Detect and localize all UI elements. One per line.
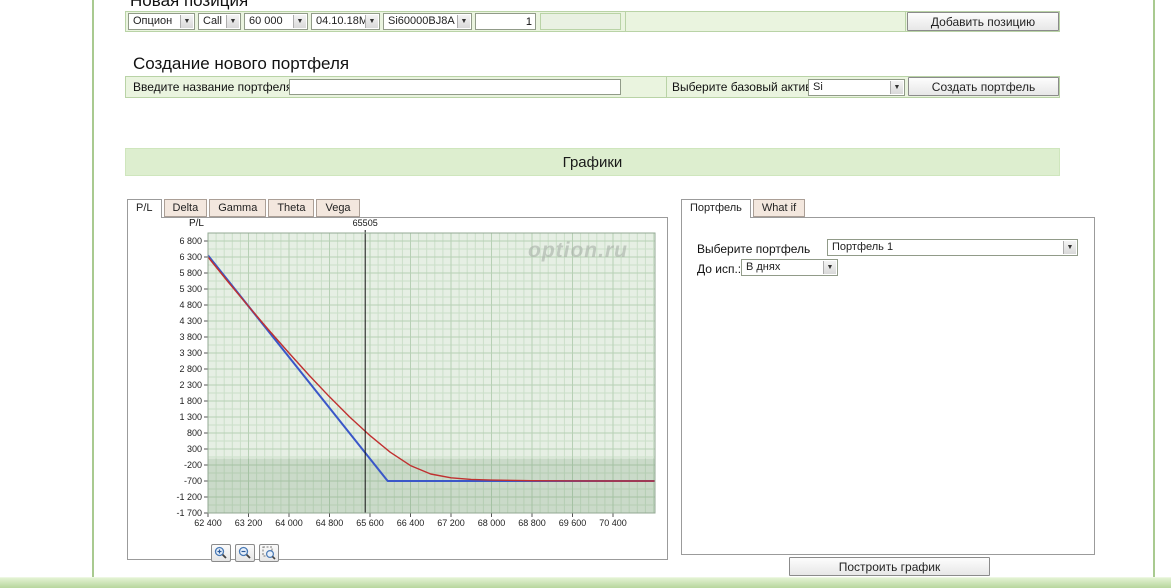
tab-portfolio[interactable]: Портфель	[681, 199, 751, 218]
tab-pl[interactable]: P/L	[127, 199, 162, 218]
svg-text:70 400: 70 400	[599, 518, 627, 528]
svg-text:5 800: 5 800	[179, 268, 202, 278]
bottom-bar	[0, 577, 1171, 588]
svg-text:2 300: 2 300	[179, 380, 202, 390]
create-portfolio-button[interactable]: Создать портфель	[908, 77, 1059, 96]
left-border-line	[92, 0, 94, 578]
tab-theta[interactable]: Theta	[268, 199, 315, 217]
tab-vega[interactable]: Vega	[316, 199, 360, 217]
zoom-selection-button[interactable]	[259, 544, 279, 562]
base-asset-select[interactable]: Si	[808, 79, 905, 96]
zoom-toolbar	[211, 544, 279, 562]
divider	[905, 11, 906, 32]
pl-chart[interactable]: 62 400 63 200 64 000 64 800 65 600 66 400 67 2…	[128, 218, 669, 561]
svg-text:66 400: 66 400	[397, 518, 425, 528]
base-asset-value: Si	[813, 81, 823, 93]
divider	[666, 76, 667, 98]
strike-value: 60 000	[249, 15, 283, 27]
svg-text:2 800: 2 800	[179, 364, 202, 374]
expiry-date-select[interactable]: 04.10.18М	[311, 13, 380, 30]
new-position-title: Новая позиция	[130, 0, 249, 10]
zoom-out-button[interactable]	[235, 544, 255, 562]
base-asset-label: Выберите базовый актив	[672, 80, 812, 94]
tab-delta[interactable]: Delta	[163, 199, 208, 217]
chevron-down-icon	[293, 15, 306, 28]
chevron-down-icon	[890, 81, 903, 94]
zoom-in-icon	[214, 546, 227, 559]
svg-text:800: 800	[187, 428, 202, 438]
svg-text:4 300: 4 300	[179, 316, 202, 326]
days-label: До исп.:	[697, 262, 742, 276]
quantity-input[interactable]	[475, 13, 536, 30]
ticker-select[interactable]: Si60000BJ8A	[383, 13, 472, 30]
svg-text:4 800: 4 800	[179, 300, 202, 310]
select-portfolio-label: Выберите портфель	[697, 242, 811, 256]
tab-gamma[interactable]: Gamma	[209, 199, 267, 217]
call-put-value: Call	[203, 15, 222, 27]
portfolio-select-value: Портфель 1	[832, 241, 894, 253]
divider	[625, 11, 626, 32]
svg-text:69 600: 69 600	[559, 518, 587, 528]
svg-text:3 800: 3 800	[179, 332, 202, 342]
svg-text:P/L: P/L	[189, 218, 204, 229]
portfolio-creation-title: Создание нового портфеля	[133, 54, 350, 73]
zoom-out-icon	[238, 546, 251, 559]
svg-text:5 300: 5 300	[179, 284, 202, 294]
option-type-value: Опцион	[133, 15, 173, 27]
svg-text:68 800: 68 800	[518, 518, 546, 528]
svg-text:-200: -200	[184, 460, 202, 470]
svg-text:-700: -700	[184, 476, 202, 486]
option-type-select[interactable]: Опцион	[128, 13, 195, 30]
portfolio-tabs: Портфель What if	[681, 199, 806, 218]
strike-select[interactable]: 60 000	[244, 13, 308, 30]
svg-text:6 300: 6 300	[179, 252, 202, 262]
svg-text:300: 300	[187, 444, 202, 454]
chevron-down-icon	[365, 15, 378, 28]
svg-text:65 600: 65 600	[356, 518, 384, 528]
svg-text:67 200: 67 200	[437, 518, 465, 528]
chart-panel: 62 400 63 200 64 000 64 800 65 600 66 400 67 2…	[127, 217, 669, 562]
chevron-down-icon	[457, 15, 470, 28]
days-select-value: В днях	[746, 261, 781, 273]
svg-text:64 800: 64 800	[316, 518, 344, 528]
build-chart-button[interactable]: Построить график	[789, 557, 990, 576]
expiry-date-value: 04.10.18М	[316, 15, 368, 27]
chevron-down-icon	[226, 15, 239, 28]
svg-text:62 400: 62 400	[194, 518, 222, 528]
svg-text:65505: 65505	[353, 218, 378, 228]
zoom-in-button[interactable]	[211, 544, 231, 562]
chevron-down-icon	[1063, 241, 1076, 254]
days-select[interactable]: В днях	[741, 259, 838, 276]
svg-text:6 800: 6 800	[179, 236, 202, 246]
call-put-select[interactable]: Call	[198, 13, 241, 30]
portfolio-name-label: Введите название портфеля	[133, 80, 293, 94]
charts-section-title: Графики	[562, 154, 623, 171]
add-position-button[interactable]: Добавить позицию	[907, 12, 1059, 31]
tab-what-if[interactable]: What if	[752, 199, 806, 217]
svg-text:-1 700: -1 700	[176, 508, 202, 518]
svg-text:64 000: 64 000	[275, 518, 303, 528]
svg-text:-1 200: -1 200	[176, 492, 202, 502]
svg-text:1 800: 1 800	[179, 396, 202, 406]
ticker-value: Si60000BJ8A	[388, 15, 455, 27]
chart-tabs: P/L Delta Gamma Theta Vega	[127, 199, 360, 218]
portfolio-name-input[interactable]	[289, 79, 621, 95]
page: Новая позиция Опцион Call 60 000 04.10.1…	[0, 0, 1171, 588]
svg-text:68 000: 68 000	[478, 518, 506, 528]
chevron-down-icon	[823, 261, 836, 274]
zoom-selection-icon	[262, 546, 276, 560]
right-border-line	[1153, 0, 1155, 578]
charts-section-header: Графики	[125, 148, 1060, 176]
price-field[interactable]	[540, 13, 621, 30]
svg-text:63 200: 63 200	[235, 518, 263, 528]
svg-text:1 300: 1 300	[179, 412, 202, 422]
portfolio-select[interactable]: Портфель 1	[827, 239, 1078, 256]
svg-text:3 300: 3 300	[179, 348, 202, 358]
chevron-down-icon	[180, 15, 193, 28]
